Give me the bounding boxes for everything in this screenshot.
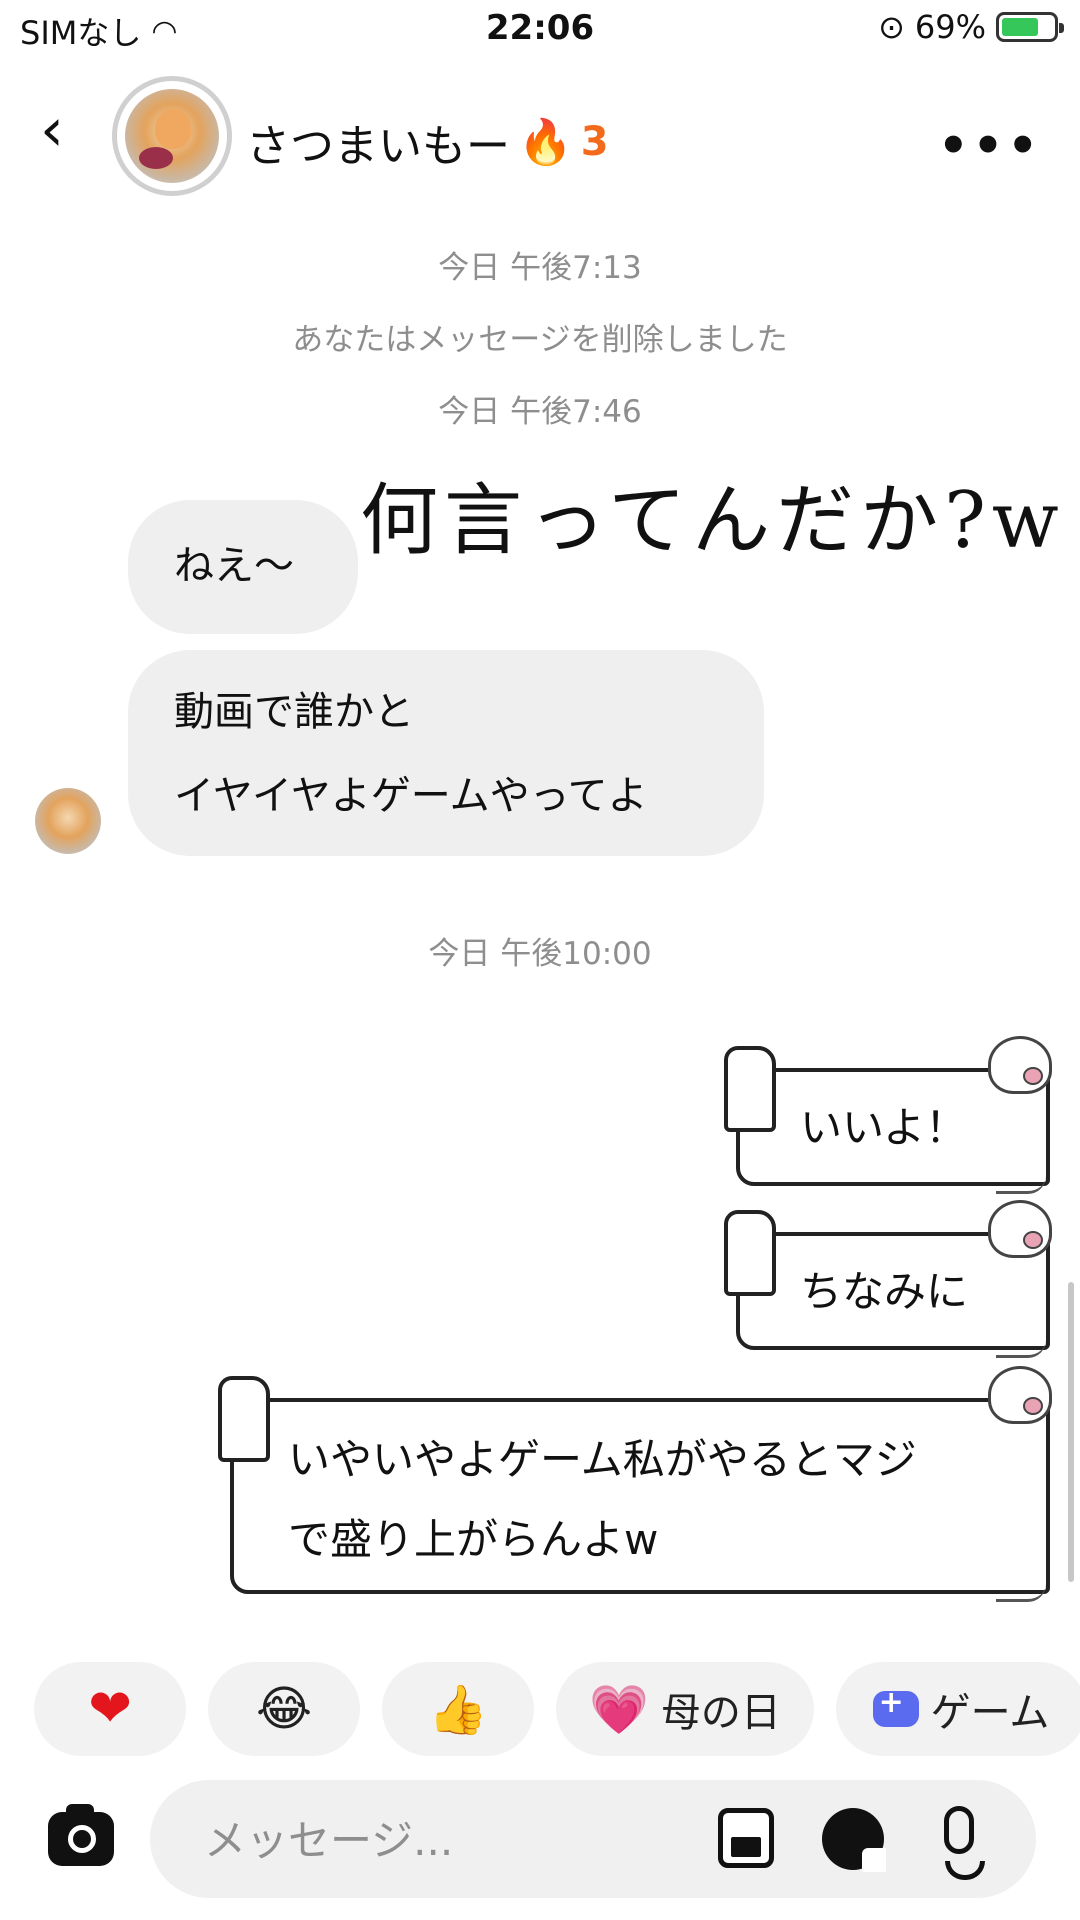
scroll-curl-decoration bbox=[724, 1210, 776, 1296]
microphone-button[interactable] bbox=[944, 1806, 985, 1880]
sent-message[interactable]: いやいやよゲーム私がやるとマジ で盛り上がらんよw bbox=[218, 1366, 1052, 1602]
sent-message[interactable]: いいよ！ bbox=[724, 1036, 1052, 1194]
message-text: いいよ！ bbox=[800, 1103, 968, 1152]
thumbs-up-icon: 👍 bbox=[428, 1681, 488, 1738]
heart-bouquet-icon: 💗 bbox=[589, 1681, 649, 1738]
scroll-curl-decoration bbox=[724, 1046, 776, 1132]
message-input[interactable] bbox=[204, 1812, 684, 1868]
received-message[interactable]: ねえ〜 bbox=[128, 500, 358, 634]
message-text-line: イヤイヤよゲームやってよ bbox=[174, 773, 648, 819]
camera-button[interactable] bbox=[48, 1804, 114, 1866]
message-text-line: 動画で誰かと bbox=[174, 689, 414, 735]
cat-face-decoration bbox=[988, 1200, 1052, 1258]
mothers-day-label: 母の日 bbox=[660, 1690, 781, 1736]
sticker-button[interactable] bbox=[822, 1808, 886, 1872]
timestamp: 今日 午後10:00 bbox=[428, 936, 652, 972]
handwritten-annotation: 何言ってんだか?w bbox=[360, 476, 1065, 566]
profile-avatar-ring[interactable] bbox=[112, 76, 232, 196]
message-text: ねえ〜 bbox=[174, 543, 294, 589]
game-button[interactable]: ゲーム bbox=[836, 1662, 1080, 1756]
timestamp: 今日 午後7:46 bbox=[438, 394, 642, 430]
battery-icon bbox=[996, 12, 1064, 42]
streak-count: 3 bbox=[580, 119, 609, 165]
game-label: ゲーム bbox=[930, 1690, 1050, 1736]
message-composer bbox=[150, 1780, 1036, 1898]
gamepad-icon bbox=[872, 1685, 919, 1727]
laugh-icon: 😂 bbox=[255, 1681, 313, 1737]
timestamp: 今日 午後7:13 bbox=[438, 250, 642, 286]
deleted-notice: あなたはメッセージを削除しました bbox=[292, 322, 788, 358]
back-button[interactable]: ‹ bbox=[40, 100, 64, 160]
battery-area: ⊙ 69% bbox=[878, 8, 1064, 46]
sent-message[interactable]: ちなみに bbox=[724, 1200, 1052, 1358]
contact-name: さつまいもー bbox=[246, 121, 510, 172]
message-text-line: いやいやよゲーム私がやるとマジ bbox=[288, 1435, 917, 1484]
message-text-line: で盛り上がらんよw bbox=[288, 1515, 659, 1564]
heart-icon: ❤ bbox=[88, 1679, 132, 1739]
scroll-curl-decoration bbox=[218, 1376, 270, 1462]
message-text: ちなみに bbox=[800, 1267, 969, 1316]
cat-face-decoration bbox=[988, 1366, 1052, 1424]
battery-percent: 69% bbox=[914, 8, 986, 46]
chat-title[interactable]: さつまいもー 🔥 3 bbox=[246, 110, 609, 174]
rotation-lock-icon: ⊙ bbox=[878, 8, 905, 46]
sender-avatar[interactable] bbox=[35, 788, 101, 854]
reaction-thumbs-up-button[interactable]: 👍 bbox=[382, 1662, 534, 1756]
fire-icon: 🔥 bbox=[518, 117, 573, 168]
received-message[interactable]: 動画で誰かと イヤイヤよゲームやってよ bbox=[128, 650, 764, 856]
avatar bbox=[125, 89, 219, 183]
scroll-tail-decoration bbox=[996, 1340, 1046, 1358]
scroll-tail-decoration bbox=[996, 1176, 1046, 1194]
scrollbar[interactable] bbox=[1068, 1282, 1074, 1582]
more-options-button[interactable]: ••• bbox=[938, 118, 1042, 174]
reaction-heart-button[interactable]: ❤ bbox=[34, 1662, 186, 1756]
cat-face-decoration bbox=[988, 1036, 1052, 1094]
battery-fill bbox=[1002, 18, 1038, 36]
reaction-laugh-button[interactable]: 😂 bbox=[208, 1662, 360, 1756]
gallery-button[interactable] bbox=[718, 1808, 774, 1868]
mothers-day-button[interactable]: 💗 母の日 bbox=[556, 1662, 814, 1756]
scroll-tail-decoration bbox=[996, 1584, 1046, 1602]
status-bar: SIMなし ◠ 22:06 ⊙ 69% bbox=[0, 0, 1080, 60]
